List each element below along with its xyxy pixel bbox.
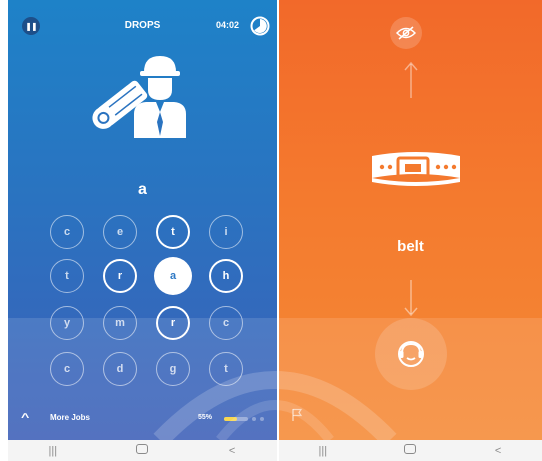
back-button[interactable]: < <box>478 445 518 457</box>
letter-bubble[interactable]: e <box>103 215 137 249</box>
quiz-screen: ❚❚ DROPS 04:02 a c e t i t r a h y m r c… <box>8 0 277 440</box>
screenshot: ❚❚ DROPS 04:02 a c e t i t r a h y m r c… <box>0 0 542 461</box>
letter-bubble[interactable]: r <box>156 306 190 340</box>
letter-bubble[interactable]: g <box>156 352 190 386</box>
letter-bubble[interactable]: d <box>103 352 137 386</box>
letter-bubble[interactable]: t <box>156 215 190 249</box>
hide-button[interactable] <box>390 17 422 49</box>
flag-icon[interactable] <box>291 408 303 422</box>
recents-button[interactable]: ||| <box>303 445 343 457</box>
progress-dot <box>260 417 264 421</box>
progress-percent: 55% <box>198 414 213 421</box>
arrow-up-icon <box>404 61 418 98</box>
letter-bubble[interactable]: t <box>209 352 243 386</box>
word-label: belt <box>397 238 424 255</box>
letter-bubble[interactable]: y <box>50 306 84 340</box>
progress-dot <box>252 417 256 421</box>
recents-button[interactable]: ||| <box>33 445 73 457</box>
home-button[interactable] <box>390 444 430 457</box>
belt-icon <box>372 152 460 186</box>
back-button[interactable]: < <box>212 445 252 457</box>
letter-bubble[interactable]: c <box>50 352 84 386</box>
bottom-bar: ^ More Jobs 55% <box>8 404 277 432</box>
chevron-up-icon[interactable]: ^ <box>21 412 29 424</box>
arrow-down-icon <box>404 280 418 317</box>
home-button[interactable] <box>122 444 162 457</box>
letter-bubble[interactable]: t <box>50 259 84 293</box>
home-icon <box>404 444 417 454</box>
home-icon <box>136 444 149 454</box>
letter-bubble[interactable]: c <box>209 306 243 340</box>
listen-icon <box>398 341 424 367</box>
letter-bubble[interactable]: c <box>50 215 84 249</box>
more-jobs-link[interactable]: More Jobs <box>50 413 90 422</box>
progress-fill <box>224 417 238 421</box>
letter-bubble[interactable]: h <box>209 259 243 293</box>
letter-grid: c e t i t r a h y m r c c d g t <box>8 0 277 440</box>
word-screen: belt <box>279 0 542 440</box>
letter-bubble[interactable]: i <box>209 215 243 249</box>
eye-off-icon <box>396 26 416 40</box>
listen-button[interactable] <box>375 318 447 390</box>
letter-bubble[interactable]: r <box>103 259 137 293</box>
system-nav-bar: ||| < <box>8 440 277 461</box>
letter-bubble[interactable]: m <box>103 306 137 340</box>
system-nav-bar: ||| < <box>279 440 542 461</box>
letter-bubble-selected[interactable]: a <box>154 257 192 295</box>
progress-bar <box>224 417 248 421</box>
